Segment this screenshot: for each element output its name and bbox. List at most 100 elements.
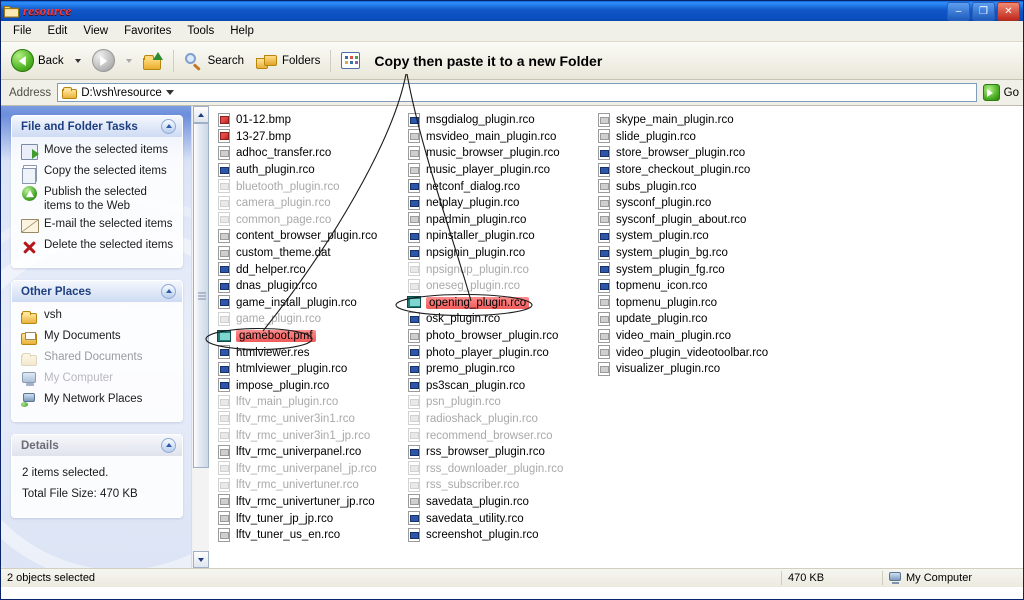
back-history-chevron-down-icon[interactable]: [74, 58, 81, 63]
file-list-item[interactable]: savedata_plugin.rco: [405, 494, 595, 511]
search-button[interactable]: Search: [178, 45, 250, 77]
restore-button[interactable]: ❐: [972, 1, 995, 21]
file-list-item[interactable]: opening_plugin.rco: [405, 295, 595, 312]
file-list-item[interactable]: htmlviewer.res: [215, 344, 405, 361]
file-list-item[interactable]: auth_plugin.rco: [215, 162, 405, 179]
folders-button[interactable]: Folders: [250, 45, 326, 77]
panel-header[interactable]: File and Folder Tasks: [11, 115, 183, 137]
file-list-item[interactable]: topmenu_plugin.rco: [595, 295, 830, 312]
file-list-item[interactable]: msgdialog_plugin.rco: [405, 112, 595, 129]
file-list-item[interactable]: sysconf_plugin.rco: [595, 195, 830, 212]
menu-tools[interactable]: Tools: [179, 23, 222, 39]
file-list-item[interactable]: lftv_tuner_jp_jp.rco: [215, 510, 405, 527]
file-list-item[interactable]: sysconf_plugin_about.rco: [595, 212, 830, 229]
file-list-item[interactable]: oneseg_plugin.rco: [405, 278, 595, 295]
scroll-up-button[interactable]: [192, 106, 209, 123]
file-list-item[interactable]: topmenu_icon.rco: [595, 278, 830, 295]
file-list-item[interactable]: gameboot.pmf: [215, 328, 405, 345]
file-list-item[interactable]: lftv_rmc_univertuner.rco: [215, 477, 405, 494]
panel-header[interactable]: Details: [11, 434, 183, 456]
place-shared-documents[interactable]: Shared Documents: [21, 350, 175, 367]
file-list-item[interactable]: music_player_plugin.rco: [405, 162, 595, 179]
file-list-item[interactable]: skype_main_plugin.rco: [595, 112, 830, 129]
file-list-item[interactable]: music_browser_plugin.rco: [405, 145, 595, 162]
file-list-item[interactable]: npadmin_plugin.rco: [405, 212, 595, 229]
file-list-item[interactable]: photo_player_plugin.rco: [405, 344, 595, 361]
scrollbar-track[interactable]: [192, 123, 209, 551]
file-list-item[interactable]: photo_browser_plugin.rco: [405, 328, 595, 345]
views-button[interactable]: [335, 45, 366, 77]
file-list-item[interactable]: store_checkout_plugin.rco: [595, 162, 830, 179]
file-list-item[interactable]: msvideo_main_plugin.rco: [405, 129, 595, 146]
task-email-selected-items[interactable]: E-mail the selected items: [21, 217, 175, 234]
file-list-item[interactable]: netconf_dialog.rco: [405, 178, 595, 195]
menu-edit[interactable]: Edit: [40, 23, 76, 39]
menu-favorites[interactable]: Favorites: [116, 23, 179, 39]
file-list-item[interactable]: savedata_utility.rco: [405, 510, 595, 527]
place-my-computer[interactable]: My Computer: [21, 371, 175, 388]
menu-file[interactable]: File: [5, 23, 40, 39]
file-list-item[interactable]: content_browser_plugin.rco: [215, 228, 405, 245]
file-list-item[interactable]: 13-27.bmp: [215, 129, 405, 146]
menu-help[interactable]: Help: [222, 23, 262, 39]
file-list-item[interactable]: osk_plugin.rco: [405, 311, 595, 328]
file-list-item[interactable]: dnas_plugin.rco: [215, 278, 405, 295]
file-list-item[interactable]: camera_plugin.rco: [215, 195, 405, 212]
file-list-item[interactable]: game_plugin.rco: [215, 311, 405, 328]
up-button[interactable]: [137, 45, 169, 77]
file-list-item[interactable]: netplay_plugin.rco: [405, 195, 595, 212]
task-copy-selected-items[interactable]: Copy the selected items: [21, 164, 175, 184]
file-list-item[interactable]: rss_browser_plugin.rco: [405, 444, 595, 461]
minimize-button[interactable]: –: [947, 1, 970, 21]
file-list-item[interactable]: common_page.rco: [215, 212, 405, 229]
file-list-item[interactable]: store_browser_plugin.rco: [595, 145, 830, 162]
file-list-item[interactable]: update_plugin.rco: [595, 311, 830, 328]
file-list-item[interactable]: video_main_plugin.rco: [595, 328, 830, 345]
file-list-item[interactable]: adhoc_transfer.rco: [215, 145, 405, 162]
vertical-scrollbar[interactable]: [191, 106, 209, 568]
file-list-item[interactable]: radioshack_plugin.rco: [405, 411, 595, 428]
file-list-item[interactable]: lftv_main_plugin.rco: [215, 394, 405, 411]
file-list-item[interactable]: system_plugin.rco: [595, 228, 830, 245]
close-button[interactable]: ✕: [997, 1, 1020, 21]
file-list-item[interactable]: npsignup_plugin.rco: [405, 261, 595, 278]
file-list-item[interactable]: psn_plugin.rco: [405, 394, 595, 411]
file-list-item[interactable]: lftv_rmc_univertuner_jp.rco: [215, 494, 405, 511]
file-list-item[interactable]: screenshot_plugin.rco: [405, 527, 595, 544]
file-list-item[interactable]: lftv_rmc_univerpanel.rco: [215, 444, 405, 461]
file-list-item[interactable]: premo_plugin.rco: [405, 361, 595, 378]
collapse-chevron-up-icon[interactable]: [161, 119, 176, 134]
file-list-item[interactable]: 01-12.bmp: [215, 112, 405, 129]
file-list-item[interactable]: custom_theme.dat: [215, 245, 405, 262]
file-list-item[interactable]: dd_helper.rco: [215, 261, 405, 278]
scroll-down-button[interactable]: [192, 551, 209, 568]
chevron-down-icon[interactable]: [162, 83, 178, 102]
go-button[interactable]: Go: [982, 84, 1019, 101]
task-move-selected-items[interactable]: Move the selected items: [21, 143, 175, 160]
panel-header[interactable]: Other Places: [11, 280, 183, 302]
task-delete-selected-items[interactable]: Delete the selected items: [21, 238, 175, 255]
file-list-item[interactable]: ps3scan_plugin.rco: [405, 378, 595, 395]
collapse-chevron-up-icon[interactable]: [161, 438, 176, 453]
file-list-item[interactable]: system_plugin_fg.rco: [595, 261, 830, 278]
file-list-item[interactable]: rss_downloader_plugin.rco: [405, 460, 595, 477]
forward-history-chevron-down-icon[interactable]: [125, 58, 132, 63]
address-input[interactable]: D:\vsh\resource: [57, 83, 977, 102]
back-button[interactable]: Back: [5, 45, 70, 77]
collapse-chevron-up-icon[interactable]: [161, 284, 176, 299]
file-list-item[interactable]: game_install_plugin.rco: [215, 295, 405, 312]
task-publish-selected-items[interactable]: Publish the selected items to the Web: [21, 185, 175, 213]
place-my-documents[interactable]: My Documents: [21, 329, 175, 346]
file-list-item[interactable]: impose_plugin.rco: [215, 378, 405, 395]
file-list-item[interactable]: npinstaller_plugin.rco: [405, 228, 595, 245]
file-list-item[interactable]: npsignin_plugin.rco: [405, 245, 595, 262]
file-list-item[interactable]: visualizer_plugin.rco: [595, 361, 830, 378]
file-list-item[interactable]: recommend_browser.rco: [405, 427, 595, 444]
file-list-item[interactable]: video_plugin_videotoolbar.rco: [595, 344, 830, 361]
file-list-item[interactable]: lftv_rmc_univerpanel_jp.rco: [215, 460, 405, 477]
file-list-item[interactable]: rss_subscriber.rco: [405, 477, 595, 494]
menu-view[interactable]: View: [75, 23, 116, 39]
file-list-item[interactable]: bluetooth_plugin.rco: [215, 178, 405, 195]
place-vsh[interactable]: vsh: [21, 308, 175, 325]
file-list-item[interactable]: subs_plugin.rco: [595, 178, 830, 195]
